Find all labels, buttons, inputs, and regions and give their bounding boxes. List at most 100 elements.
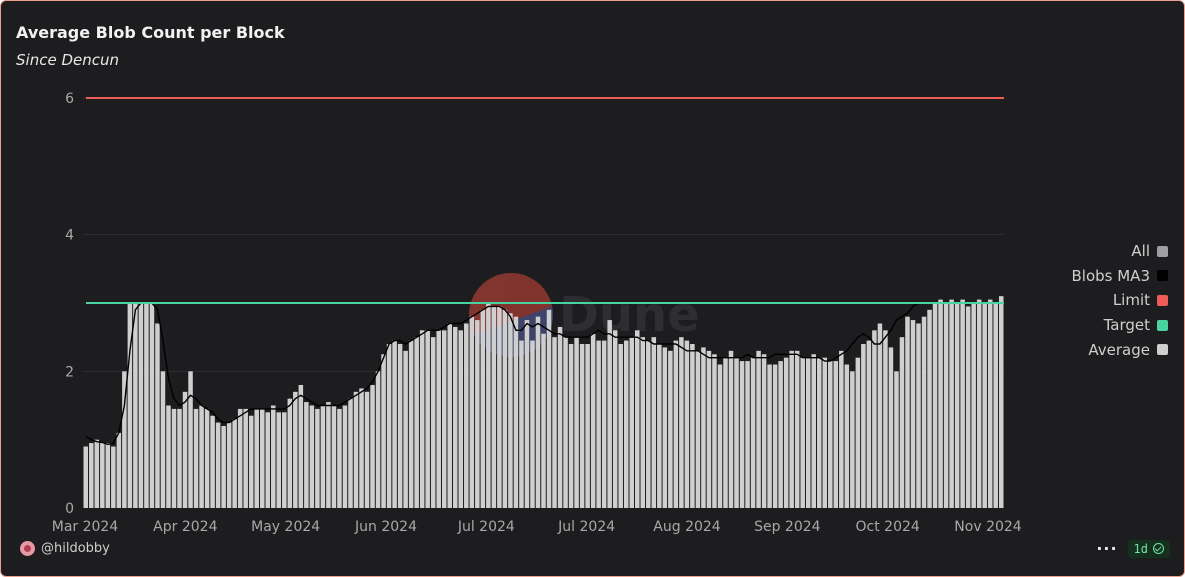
x-tick-label: Jul 2024	[457, 519, 515, 535]
bar	[767, 364, 772, 508]
bar	[243, 408, 248, 508]
check-circle-icon	[1153, 543, 1164, 554]
bar	[447, 323, 453, 508]
bar	[646, 340, 651, 508]
bar	[265, 412, 271, 508]
x-tick-label: Sep 2024	[754, 519, 821, 535]
bar	[783, 357, 789, 508]
bar	[304, 402, 309, 508]
bar	[552, 337, 557, 508]
bar	[541, 333, 546, 508]
bar	[111, 446, 116, 508]
bar	[883, 330, 888, 508]
bar	[717, 364, 723, 508]
bar	[894, 371, 899, 508]
legend-item-limit[interactable]: Limit	[1072, 288, 1168, 313]
chart-controls: ··· 1d	[1096, 539, 1170, 558]
bar	[408, 340, 414, 508]
bar	[839, 350, 844, 508]
bar	[149, 303, 155, 508]
legend-swatch	[1157, 319, 1168, 331]
bar	[563, 337, 568, 508]
bar	[640, 337, 646, 508]
bar	[453, 326, 458, 508]
y-tick-label: 4	[65, 228, 74, 244]
bar	[116, 432, 122, 508]
bar	[337, 408, 342, 508]
bar	[657, 344, 662, 508]
x-tick-label: Oct 2024	[856, 519, 920, 535]
bar	[210, 415, 215, 508]
bar	[331, 405, 337, 508]
bar	[618, 344, 623, 508]
bar	[816, 357, 822, 508]
bar	[723, 357, 728, 508]
y-tick-label: 2	[65, 364, 74, 380]
bar	[612, 330, 618, 508]
bar	[960, 299, 965, 508]
bar	[232, 419, 237, 508]
bar	[508, 313, 513, 508]
bar	[535, 316, 541, 508]
bar	[750, 357, 756, 508]
bar	[888, 347, 894, 508]
bar	[761, 354, 767, 508]
bar	[414, 337, 419, 508]
bar	[177, 408, 182, 508]
bar	[530, 340, 535, 508]
bar	[397, 344, 403, 508]
bar	[441, 330, 447, 508]
bar	[464, 323, 469, 508]
bar	[833, 361, 839, 508]
bar	[866, 340, 872, 508]
legend-item-target[interactable]: Target	[1072, 313, 1168, 338]
bar	[359, 388, 364, 508]
bar	[728, 350, 734, 508]
bar	[596, 340, 601, 508]
bar	[623, 340, 629, 508]
chart-plot: 0 2 4 6 Mar 2024 Apr 2024 May 2024 Jun 2024 Jul …	[52, 91, 1022, 535]
bar	[226, 422, 232, 508]
legend-item-average[interactable]: Average	[1072, 337, 1168, 362]
bar	[171, 408, 177, 508]
bar	[138, 303, 144, 508]
bar	[370, 385, 375, 508]
bar	[155, 323, 160, 508]
bar	[590, 333, 596, 508]
bar	[425, 330, 430, 508]
bar	[486, 303, 491, 508]
bar	[188, 371, 193, 508]
legend-item-blobs-ma3[interactable]: Blobs MA3	[1071, 264, 1168, 289]
legend-item-all[interactable]: All	[1072, 239, 1168, 264]
bar	[342, 405, 348, 508]
bar	[778, 361, 783, 508]
bar	[916, 323, 921, 508]
refresh-badge[interactable]: 1d	[1127, 539, 1170, 558]
bar	[215, 422, 221, 508]
legend-label: Average	[1088, 340, 1150, 359]
bar	[739, 361, 745, 508]
bar	[899, 337, 905, 508]
bar	[497, 306, 502, 508]
bar	[546, 309, 552, 508]
author-link[interactable]: @hildobby	[20, 541, 110, 556]
legend-label: Blobs MA3	[1071, 266, 1151, 285]
bar	[276, 412, 282, 508]
more-options-icon[interactable]: ···	[1096, 539, 1117, 558]
bar	[910, 320, 916, 508]
bar	[850, 371, 855, 508]
y-tick-label: 0	[65, 501, 74, 517]
y-tick-label: 6	[65, 91, 74, 107]
bar	[855, 357, 861, 508]
bar	[601, 340, 607, 508]
bar	[949, 299, 954, 508]
bar	[673, 340, 679, 508]
bar	[326, 402, 331, 508]
bar	[271, 405, 276, 508]
bar	[480, 309, 486, 508]
bar	[690, 344, 695, 508]
legend-label: Target	[1103, 316, 1150, 335]
bar	[998, 296, 1004, 508]
bar	[364, 391, 370, 508]
legend-label: Limit	[1112, 291, 1150, 310]
